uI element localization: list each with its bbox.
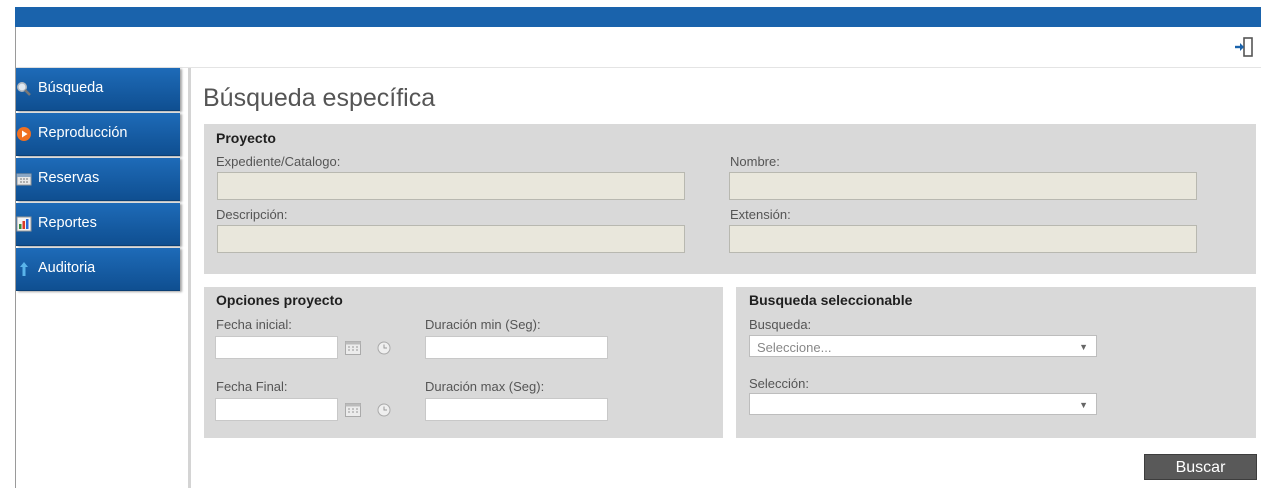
busqueda-select[interactable]: Seleccione... ▼ (749, 335, 1097, 357)
field-label: Duración min (Seg): (425, 317, 541, 332)
search-icon (16, 81, 32, 97)
field-label: Nombre: (730, 154, 780, 169)
seleccion-select[interactable]: ▼ (749, 393, 1097, 415)
opciones-panel: Opciones proyecto Fecha inicial: Duració… (204, 287, 723, 438)
expediente-input[interactable] (217, 172, 685, 200)
page-title: Búsqueda específica (203, 84, 436, 112)
field-label: Fecha inicial: (216, 317, 292, 332)
sidebar: Búsqueda Reproducción Reservas Reportes … (16, 68, 180, 293)
sidebar-item-label: Reservas (38, 170, 100, 186)
field-label: Extensión: (730, 207, 791, 222)
calendar-icon[interactable] (345, 403, 361, 417)
field-label: Duración max (Seg): (425, 379, 545, 394)
nombre-input[interactable] (729, 172, 1197, 200)
clock-icon[interactable] (377, 403, 391, 417)
field-label: Expediente/Catalogo: (216, 154, 341, 169)
extension-input[interactable] (729, 225, 1197, 253)
duracion-max-input[interactable] (425, 398, 608, 421)
chevron-down-icon: ▼ (1079, 342, 1088, 352)
play-icon (16, 126, 32, 142)
sidebar-item-reproduccion[interactable]: Reproducción (16, 113, 180, 156)
calendar-icon (16, 171, 32, 187)
section-title: Proyecto (216, 130, 276, 146)
field-label: Busqueda: (749, 317, 812, 332)
field-label: Selección: (749, 376, 809, 391)
field-label: Descripción: (216, 207, 288, 222)
report-icon (16, 216, 32, 232)
chevron-down-icon: ▼ (1079, 400, 1088, 410)
section-title: Opciones proyecto (216, 292, 343, 308)
field-label: Fecha Final: (216, 379, 288, 394)
audit-icon (16, 261, 32, 277)
content-divider (188, 68, 191, 488)
clock-icon[interactable] (377, 341, 391, 355)
busqueda-seleccionable-panel: Busqueda seleccionable Busqueda: Selecci… (736, 287, 1256, 438)
sidebar-item-label: Búsqueda (38, 80, 104, 96)
sidebar-item-label: Reportes (38, 215, 97, 231)
sidebar-item-reservas[interactable]: Reservas (16, 158, 180, 201)
proyecto-panel: Proyecto Expediente/Catalogo: Nombre: De… (204, 124, 1256, 274)
buscar-button[interactable]: Buscar (1144, 454, 1257, 480)
sidebar-item-label: Reproducción (38, 125, 128, 141)
fecha-inicial-input[interactable] (215, 336, 338, 359)
calendar-icon[interactable] (345, 341, 361, 355)
descripcion-input[interactable] (217, 225, 685, 253)
select-value: Seleccione... (757, 340, 832, 355)
section-title: Busqueda seleccionable (749, 292, 913, 308)
duracion-min-input[interactable] (425, 336, 608, 359)
header-divider (16, 67, 1261, 68)
sidebar-item-reportes[interactable]: Reportes (16, 203, 180, 246)
top-bar (15, 7, 1261, 27)
sidebar-item-auditoria[interactable]: Auditoria (16, 248, 180, 291)
sidebar-item-label: Auditoria (38, 260, 96, 276)
sidebar-item-busqueda[interactable]: Búsqueda (16, 68, 180, 111)
logout-icon[interactable] (1233, 36, 1255, 58)
fecha-final-input[interactable] (215, 398, 338, 421)
